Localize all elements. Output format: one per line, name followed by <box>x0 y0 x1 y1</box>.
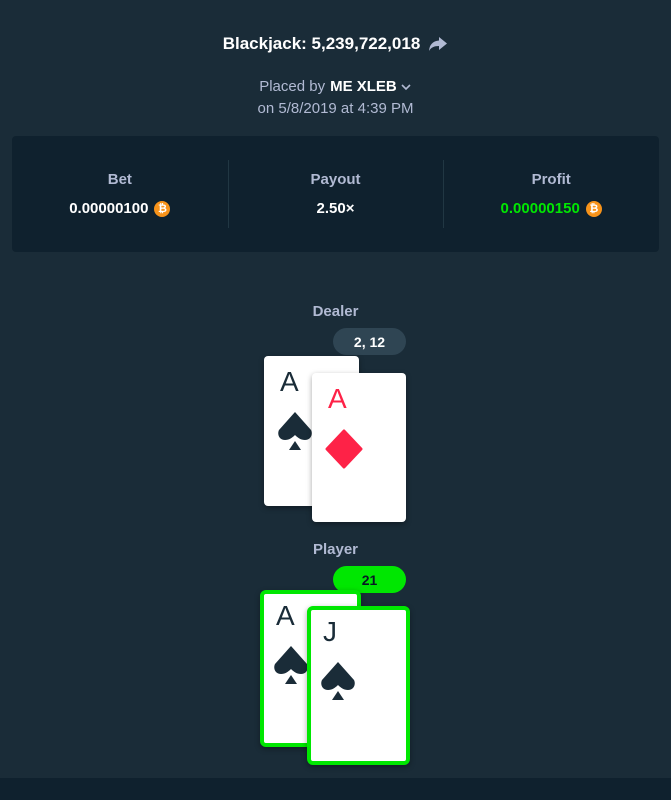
player-label: Player <box>312 541 359 558</box>
card-rank: A <box>276 600 295 631</box>
spade-icon <box>278 412 312 450</box>
card-rank: J <box>323 616 337 647</box>
footer-strip <box>0 778 671 800</box>
spade-icon <box>274 646 308 684</box>
card-rank: A <box>328 383 347 414</box>
dealer-score-badge: 2, 12 <box>333 328 406 355</box>
profit-value: 0.00000150 <box>500 200 580 217</box>
payout-stat: Payout 2.50× <box>227 136 444 252</box>
dealer-card-2: A <box>312 373 406 522</box>
profit-amount: 0.00000150 ₿ <box>501 200 602 217</box>
bet-title: Blackjack: 5,239,722,018 <box>222 34 421 53</box>
profit-stat: Profit 0.00000150 ₿ <box>443 136 659 252</box>
player-score-badge: 21 <box>333 566 406 593</box>
share-icon[interactable] <box>428 35 448 53</box>
dealer-label: Dealer <box>312 303 359 320</box>
username-link[interactable]: ME XLEB <box>330 78 397 95</box>
spade-icon <box>321 662 355 700</box>
bet-details-page: Blackjack: 5,239,722,018 Placed by ME XL… <box>0 0 671 800</box>
payout-value: 2.50× <box>316 200 355 217</box>
chevron-down-icon[interactable] <box>400 82 412 92</box>
bitcoin-icon: ₿ <box>585 200 602 217</box>
placed-by-label: Placed by <box>259 78 326 95</box>
bet-title-row: Blackjack: 5,239,722,018 <box>0 34 671 54</box>
payout-amount: 2.50× <box>317 200 355 217</box>
bet-stat: Bet 0.00000100 ₿ <box>12 136 228 252</box>
player-card-2: J <box>307 606 410 765</box>
bet-label: Bet <box>107 171 132 188</box>
bet-stats-panel: Bet 0.00000100 ₿ Payout 2.50× Profit 0.0… <box>12 136 659 252</box>
placed-by-row: Placed by ME XLEB <box>0 78 671 95</box>
bet-amount: 0.00000100 ₿ <box>69 200 171 217</box>
bet-date: on 5/8/2019 at 4:39 PM <box>257 100 414 117</box>
payout-label: Payout <box>310 171 361 188</box>
bitcoin-icon: ₿ <box>154 200 171 217</box>
card-rank: A <box>280 366 299 397</box>
diamond-icon <box>325 429 363 469</box>
profit-label: Profit <box>531 171 571 188</box>
bet-value: 0.00000100 <box>69 200 149 217</box>
